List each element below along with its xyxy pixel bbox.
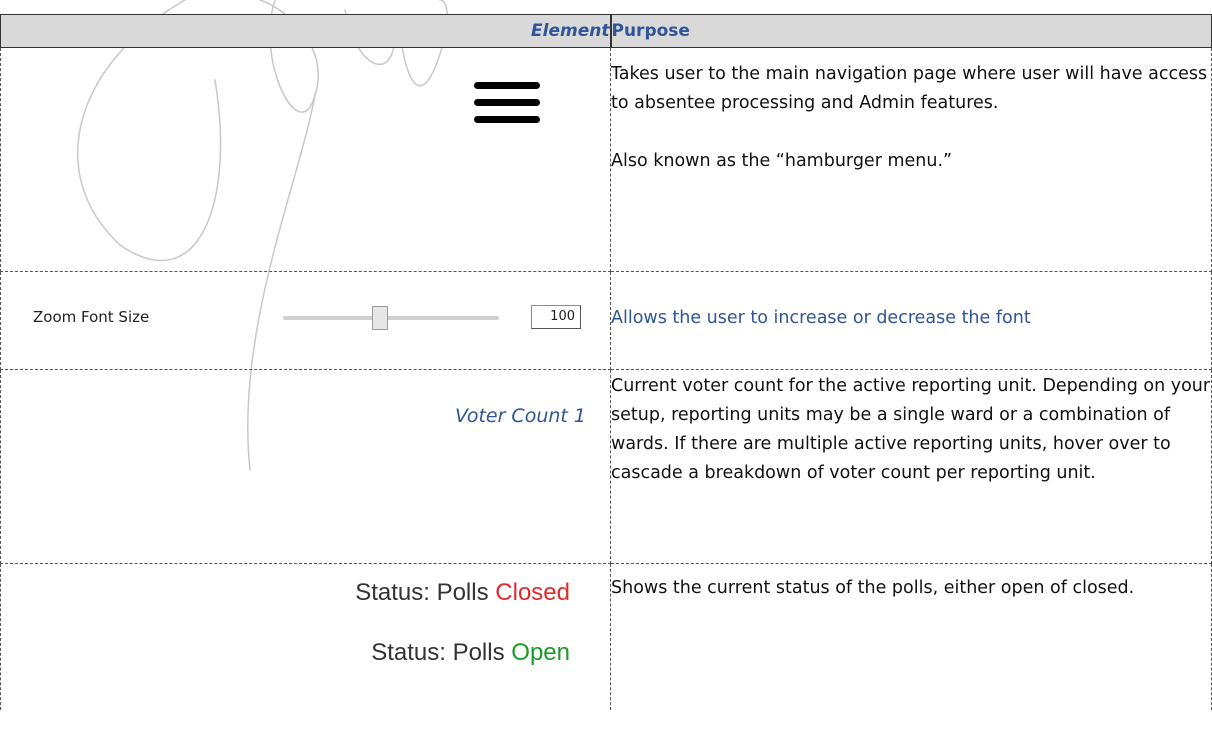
purpose-text: Takes user to the main navigation page w… <box>611 64 1208 113</box>
zoom-value-field[interactable]: 100 <box>531 305 581 329</box>
table-header-row: Element Purpose <box>0 14 1212 48</box>
table-row-voter-count: Voter Count 1 Current voter count for th… <box>0 369 1212 564</box>
purpose-cell: Takes user to the main navigation page w… <box>610 47 1212 272</box>
purpose-text: Also known as the “hamburger menu.” <box>611 151 953 171</box>
voter-count-label: Voter Count 1 <box>454 405 586 427</box>
status-closed-line: Status: Polls Closed <box>355 578 570 607</box>
element-cell <box>0 47 611 272</box>
zoom-font-size-control: Zoom Font Size 100 <box>33 302 593 332</box>
status-prefix: Status: Polls <box>355 579 489 606</box>
table-row-hamburger: Takes user to the main navigation page w… <box>0 47 1212 272</box>
purpose-text: Allows the user to increase or decrease … <box>611 308 1031 328</box>
table-row-zoom: Zoom Font Size 100 Allows the user to in… <box>0 271 1212 370</box>
purpose-text: Current voter count for the active repor… <box>611 376 1211 483</box>
header-element: Element <box>0 14 612 48</box>
status-open-line: Status: Polls Open <box>371 638 570 667</box>
elements-table: Element Purpose Takes user to the main n… <box>0 14 1212 710</box>
element-cell: Status: Polls Closed Status: Polls Open <box>0 563 611 710</box>
purpose-cell: Shows the current status of the polls, e… <box>610 563 1212 710</box>
purpose-cell: Current voter count for the active repor… <box>610 369 1212 564</box>
zoom-slider-track[interactable] <box>283 316 499 320</box>
element-cell: Voter Count 1 <box>0 369 611 564</box>
zoom-slider-thumb[interactable] <box>372 306 389 330</box>
zoom-label: Zoom Font Size <box>33 308 150 326</box>
header-purpose: Purpose <box>610 14 1212 48</box>
purpose-text: Shows the current status of the polls, e… <box>611 578 1135 598</box>
element-cell: Zoom Font Size 100 <box>0 271 611 370</box>
status-closed-value: Closed <box>495 579 570 606</box>
purpose-cell: Allows the user to increase or decrease … <box>610 271 1212 370</box>
table-row-status: Status: Polls Closed Status: Polls Open … <box>0 563 1212 710</box>
status-prefix: Status: Polls <box>371 639 505 666</box>
status-open-value: Open <box>511 639 570 666</box>
hamburger-menu-icon <box>474 82 540 132</box>
